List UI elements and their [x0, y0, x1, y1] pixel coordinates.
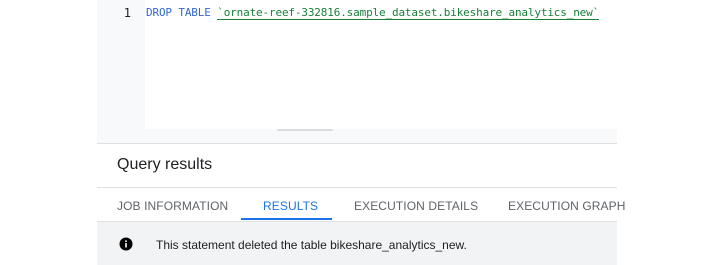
- status-message-bar: This statement deleted the table bikesha…: [97, 222, 617, 265]
- editor-resize-handle[interactable]: [277, 129, 333, 131]
- sql-editor[interactable]: 1 DROP TABLE `ornate-reef-332816.sample_…: [97, 0, 617, 129]
- active-tab-indicator: [241, 218, 332, 220]
- status-message: This statement deleted the table bikesha…: [156, 238, 467, 252]
- tab-execution-details[interactable]: EXECUTION DETAILS: [354, 199, 478, 213]
- line-number: 1: [123, 6, 131, 20]
- tab-execution-graph[interactable]: EXECUTION GRAPH: [508, 199, 626, 213]
- info-icon: [119, 237, 133, 251]
- sql-keyword: DROP TABLE: [146, 6, 211, 19]
- tab-results[interactable]: RESULTS: [263, 199, 318, 213]
- table-reference[interactable]: `ornate-reef-332816.sample_dataset.bikes…: [217, 6, 599, 20]
- code-line[interactable]: DROP TABLE `ornate-reef-332816.sample_da…: [146, 6, 599, 20]
- tab-job-information[interactable]: JOB INFORMATION: [117, 199, 228, 213]
- divider: [97, 187, 617, 188]
- divider: [97, 143, 617, 144]
- line-gutter: 1: [97, 0, 145, 129]
- results-title: Query results: [117, 156, 213, 173]
- query-panel: 1 DROP TABLE `ornate-reef-332816.sample_…: [97, 0, 625, 265]
- editor-footer: [97, 129, 617, 143]
